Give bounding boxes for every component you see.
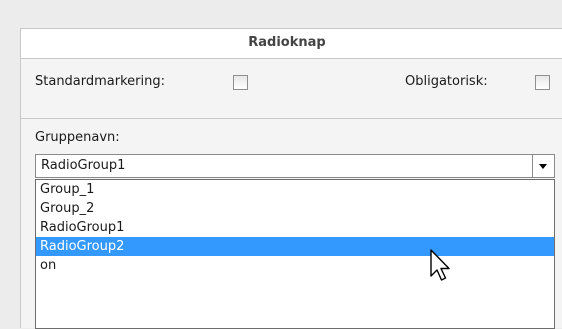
- mouse-pointer-icon: [430, 249, 450, 281]
- required-label: Obligatorisk:: [405, 74, 488, 89]
- default-selection-checkbox[interactable]: [233, 75, 248, 90]
- dropdown-option-on[interactable]: on: [36, 256, 554, 275]
- chevron-down-icon[interactable]: [532, 155, 554, 177]
- divider: [21, 118, 562, 119]
- dropdown-option-radiogroup1[interactable]: RadioGroup1: [36, 218, 554, 237]
- panel-title: Radioknap: [248, 35, 326, 50]
- required-checkbox[interactable]: [535, 75, 550, 90]
- panel-header: Radioknap: [21, 29, 562, 59]
- default-selection-label: Standardmarkering:: [35, 74, 166, 89]
- group-name-dropdown-list[interactable]: Group_1 Group_2 RadioGroup1 RadioGroup2 …: [35, 179, 555, 329]
- dropdown-option-radiogroup2[interactable]: RadioGroup2: [36, 237, 554, 256]
- combobox-value[interactable]: RadioGroup1: [41, 158, 125, 173]
- radio-button-properties-panel: Radioknap Standardmarkering: Obligatoris…: [20, 28, 562, 329]
- group-name-combobox[interactable]: RadioGroup1: [35, 154, 555, 178]
- group-name-label: Gruppenavn:: [35, 130, 120, 145]
- dropdown-option-group-1[interactable]: Group_1: [36, 180, 554, 199]
- dropdown-option-group-2[interactable]: Group_2: [36, 199, 554, 218]
